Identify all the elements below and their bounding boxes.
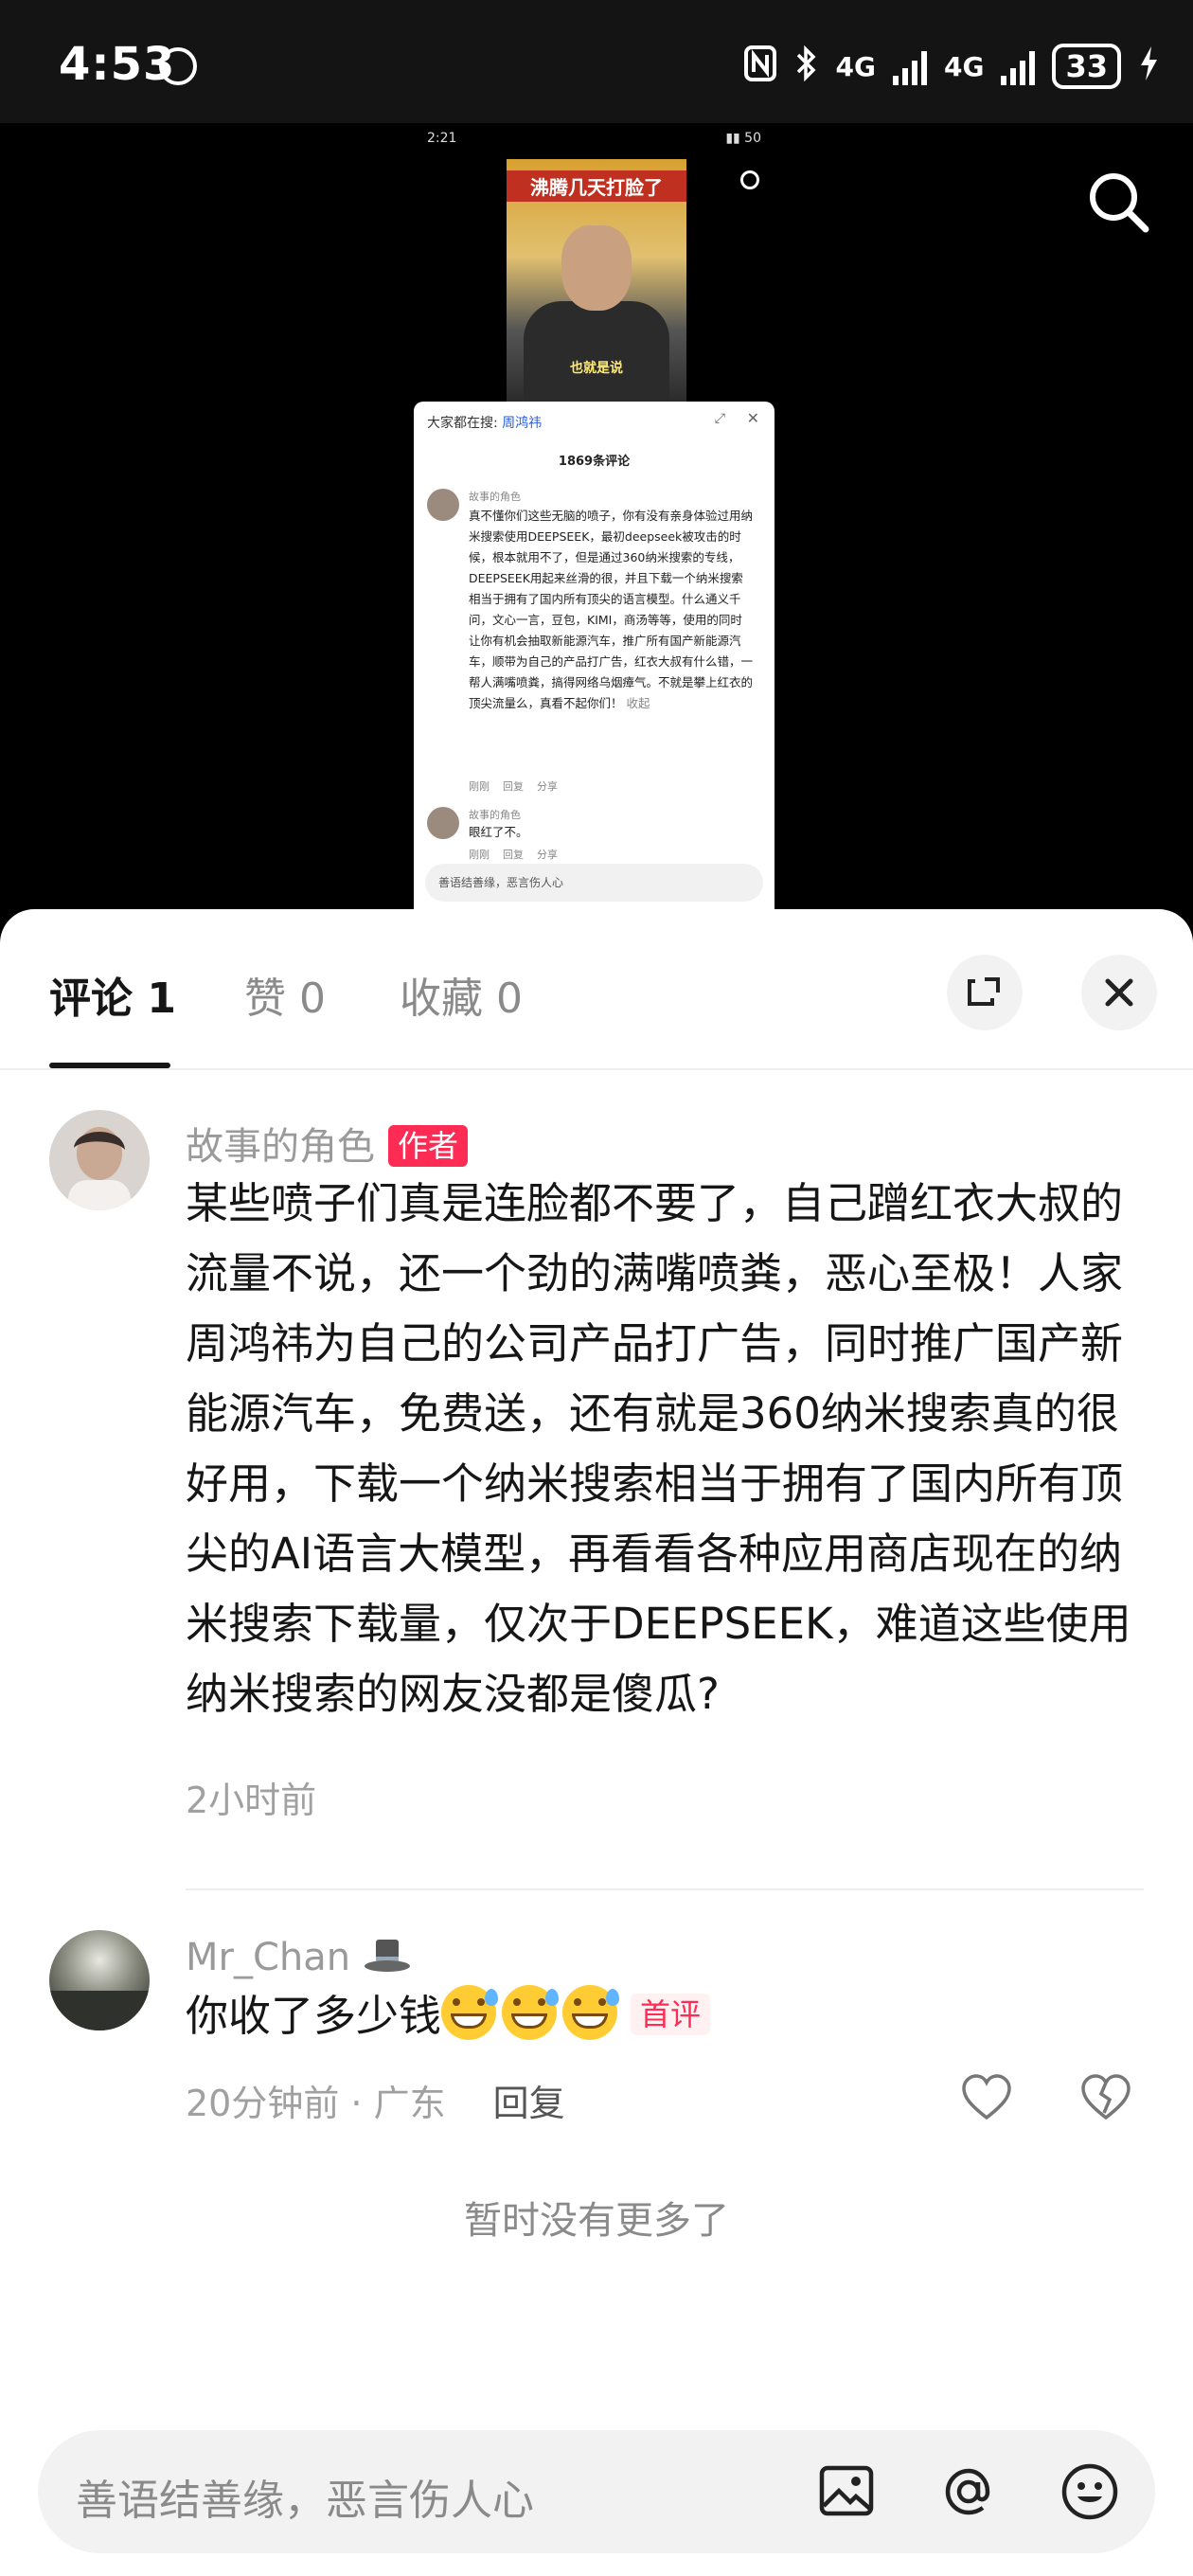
- comment-time: 20分钟前 · 广东: [186, 2083, 446, 2124]
- preview-comment-panel: 大家都在搜: 周鸿祎 ⤢ ✕ 1869条评论 故事的角色 真不懂你们这些无脑的喷…: [414, 402, 775, 909]
- preview-meta-reply: 回复: [503, 780, 524, 793]
- avatar[interactable]: [49, 1930, 150, 2030]
- preview-search-icon: [740, 170, 759, 189]
- comment-username[interactable]: 故事的角色 作者: [186, 1116, 469, 1171]
- sweat-smile-emoji: [502, 1985, 560, 2040]
- comment-text: 某些喷子们真是连脸都不要了，自己蹭红衣大叔的流量不说，还一个劲的满嘴喷粪，恶心至…: [186, 1178, 1131, 1719]
- preview-comment-count: 1869条评论: [558, 455, 631, 469]
- username-text[interactable]: 故事的角色: [186, 1125, 375, 1169]
- preview-meta-time: 刚刚: [469, 780, 490, 793]
- status-bar: 4:53 4G 4G 33: [0, 0, 1193, 123]
- signal-icon-1: [893, 47, 927, 85]
- tab-comments[interactable]: 评论 1: [49, 964, 176, 1025]
- preview-person-body: [524, 301, 669, 403]
- preview-status-bar: 2:21 ▮▮ 50: [412, 123, 776, 159]
- status-icons: 4G 4G 33: [743, 44, 1159, 89]
- preview-search-prefix: 大家都在搜:: [427, 416, 498, 431]
- comment-divider: [186, 1888, 1144, 1890]
- preview-avatar: [427, 489, 459, 521]
- preview-comment-body: 真不懂你们这些无脑的喷子，你有没有亲身体验过用纳米搜索使用DEEPSEEK，最初…: [469, 509, 754, 710]
- preview-status-icons: ▮▮ 50: [725, 131, 761, 146]
- preview-search-term: 周鸿祎: [502, 416, 543, 431]
- preview-meta-share: 分享: [537, 780, 558, 793]
- preview-comment-text: 真不懂你们这些无脑的喷子，你有没有亲身体验过用纳米搜索使用DEEPSEEK，最初…: [469, 506, 753, 714]
- preview-close-icon: ✕: [746, 409, 759, 427]
- preview-avatar: [427, 807, 459, 839]
- close-icon: [1105, 978, 1133, 1007]
- battery-indicator: 33: [1052, 44, 1121, 89]
- data-saver-icon: [159, 47, 197, 85]
- preview-meta-time: 刚刚: [469, 849, 490, 861]
- tab-bar: 评论 1 赞 0 收藏 0: [0, 909, 1193, 1070]
- reply-button[interactable]: 回复: [493, 2083, 565, 2124]
- network-type-1: 4G: [835, 50, 876, 82]
- preview-video-title: 沸腾几天打脸了: [507, 170, 686, 202]
- avatar[interactable]: [49, 1110, 150, 1210]
- emoji-icon[interactable]: [1059, 2460, 1121, 2523]
- comments-sheet: 评论 1 赞 0 收藏 0 故事的角色 作者 某些喷子们真是连脸都不要了，自己蹭…: [0, 909, 1193, 2576]
- comment-body: 你收了多少钱: [186, 1991, 442, 2041]
- heart-icon[interactable]: [958, 2070, 1015, 2127]
- nfc-icon: [743, 45, 777, 89]
- video-player[interactable]: 2:21 ▮▮ 50 沸腾几天打脸了 也就是说 大家都在搜: 周鸿祎 ⤢ ✕ 1…: [0, 123, 1193, 909]
- username-text[interactable]: Mr_Chan: [186, 1936, 350, 1979]
- active-tab-indicator: [49, 1063, 170, 1068]
- network-type-2: 4G: [944, 50, 985, 82]
- tab-favorites[interactable]: 收藏 0: [400, 964, 523, 1025]
- preview-comment-input: 善语结善缘，恶言伤人心: [425, 864, 763, 902]
- comment-item[interactable]: 故事的角色 作者 某些喷子们真是连脸都不要了，自己蹭红衣大叔的流量不说，还一个劲的…: [49, 1110, 1148, 1830]
- comment-meta: 20分钟前 · 广东 回复: [186, 2074, 565, 2126]
- bluetooth-icon: [794, 45, 819, 89]
- sweat-smile-emoji: [441, 1985, 499, 2040]
- preview-comment-text: 眼红了不。: [469, 825, 528, 839]
- expand-icon: [968, 977, 1000, 1006]
- preview-meta-reply: 回复: [503, 849, 524, 861]
- video-content-screenshot: 2:21 ▮▮ 50 沸腾几天打脸了 也就是说 大家都在搜: 周鸿祎 ⤢ ✕ 1…: [412, 123, 776, 909]
- sweat-smile-emoji: [562, 1985, 620, 2040]
- no-more-text: 暂时没有更多了: [464, 2199, 729, 2243]
- preview-comment-meta: 刚刚 回复 分享: [469, 778, 558, 794]
- author-badge: 作者: [388, 1125, 469, 1167]
- search-icon[interactable]: [1085, 169, 1151, 235]
- comment-item[interactable]: Mr_Chan 你收了多少钱 首评 20分钟前 · 广东 回复: [49, 1930, 1148, 2124]
- hat-icon: [364, 1940, 410, 1972]
- preview-expand-icon: ⤢: [714, 411, 725, 426]
- expand-button[interactable]: [947, 955, 1023, 1030]
- comment-input[interactable]: 善语结善缘，恶言伤人心: [76, 2466, 534, 2527]
- preview-comment-user: 故事的角色: [469, 491, 521, 503]
- preview-search-hint: 大家都在搜: 周鸿祎: [427, 413, 542, 432]
- tab-likes[interactable]: 赞 0: [244, 964, 326, 1025]
- status-time: 4:53: [59, 38, 176, 91]
- close-button[interactable]: [1081, 955, 1157, 1030]
- charging-icon: [1138, 45, 1159, 89]
- comment-time: 2小时前: [186, 1780, 317, 1821]
- image-icon[interactable]: [816, 2460, 879, 2523]
- preview-video-frame: 沸腾几天打脸了 也就是说: [507, 159, 686, 403]
- signal-icon-2: [1001, 47, 1036, 85]
- at-icon[interactable]: [937, 2460, 1000, 2523]
- preview-collapse-link: 收起: [626, 696, 650, 710]
- preview-comment-user: 故事的角色: [469, 809, 521, 821]
- preview-meta-share: 分享: [537, 849, 558, 861]
- preview-comment-meta: 刚刚 回复 分享: [469, 847, 558, 862]
- dislike-icon[interactable]: [1077, 2070, 1134, 2127]
- preview-person-face: [561, 225, 632, 311]
- comment-input-bar[interactable]: 善语结善缘，恶言伤人心: [38, 2430, 1155, 2553]
- preview-time: 2:21: [427, 131, 457, 146]
- comment-text: 你收了多少钱 首评: [186, 1981, 1161, 2051]
- comment-username[interactable]: Mr_Chan: [186, 1936, 412, 1979]
- preview-video-caption: 也就是说: [570, 361, 623, 376]
- first-comment-badge: 首评: [631, 1994, 711, 2035]
